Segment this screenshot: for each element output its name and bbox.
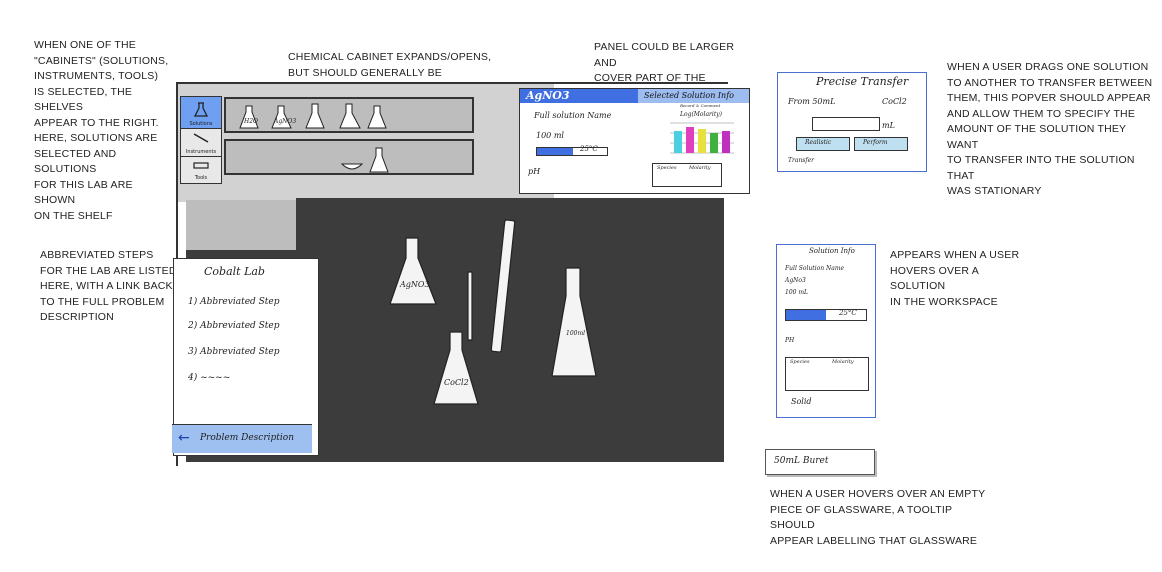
problem-description-label: Problem Description — [200, 433, 294, 443]
steps-note: Abbreviated steps for the lab are listed… — [40, 249, 177, 323]
molarity-col: Molarity — [689, 165, 711, 171]
panel-solution-title: AgNO3 — [526, 89, 570, 102]
shelf-flask-5[interactable] — [367, 105, 387, 129]
tab-instruments-label: Instruments — [185, 149, 217, 155]
transfer-from: From 50mL — [788, 97, 836, 106]
solinfo-title: Solution Info — [809, 247, 855, 255]
tooltip-note: When a user hovers over an empty piece o… — [770, 488, 986, 547]
perform-label: Perform — [863, 139, 888, 146]
species-table: Species Molarity — [652, 163, 722, 187]
cabinet-tabs: Solutions Instruments Tools — [180, 96, 222, 184]
molarity-chart — [670, 122, 734, 154]
transfer-title: Precise Transfer — [816, 75, 909, 88]
tab-tools[interactable]: Tools — [180, 156, 222, 184]
shelf-dish[interactable] — [340, 163, 364, 170]
realistic-button[interactable]: Realistic — [796, 137, 850, 151]
solinfo-volume: 100 mL — [785, 289, 809, 296]
solinfo-species: Species — [790, 359, 810, 365]
tab-solutions[interactable]: Solutions — [180, 96, 222, 130]
molarity-bar-2 — [686, 127, 694, 153]
solinfo-temp: 25°C — [839, 309, 857, 317]
lab-title: Cobalt Lab — [204, 265, 265, 278]
panel-header-label: Selected Solution Info — [644, 91, 734, 100]
transfer-amount-input[interactable] — [812, 117, 880, 131]
temperature-fill — [537, 148, 573, 155]
selected-solution-panel: AgNO3 Selected Solution Info Full soluti… — [519, 88, 750, 194]
molarity-bar-4 — [710, 133, 718, 153]
shelf-flask-6[interactable] — [369, 147, 389, 173]
flask-icon — [193, 102, 209, 117]
panel-temperature: 25°C — [580, 145, 598, 153]
step-3: 3) Abbreviated Step — [188, 347, 280, 357]
molarity-bar-3 — [698, 129, 706, 153]
glassware-tooltip: 50mL Buret — [765, 449, 875, 475]
workspace-glassware — [389, 219, 597, 405]
tab-instruments[interactable]: Instruments — [180, 128, 222, 158]
species-col: Species — [657, 165, 677, 171]
panel-ph-label: pH — [528, 167, 541, 176]
tab-solutions-label: Solutions — [189, 121, 213, 127]
flask-cocl2-label: CoCl2 — [444, 378, 469, 387]
solinfo-table: Species Molarity — [785, 357, 869, 391]
solinfo-name: Full Solution Name — [785, 265, 845, 272]
solinfo-temp-fill — [786, 310, 826, 320]
solinfo-formula: AgNo3 — [785, 277, 806, 284]
counter-back-area — [186, 200, 300, 252]
shelf-flask-4[interactable] — [339, 103, 361, 129]
panel-volume: 100 ml — [536, 131, 564, 140]
perform-button[interactable]: Perform — [854, 137, 908, 151]
molarity-bar-1 — [674, 131, 682, 153]
precise-transfer-popover: Precise Transfer From 50mL CoCl2 mL Real… — [777, 72, 927, 172]
tray-icon — [193, 162, 209, 169]
shelf-flask-3[interactable] — [305, 103, 325, 129]
panel-solution-name: Full solution Name — [534, 111, 612, 120]
flask-100ml[interactable] — [551, 267, 597, 377]
solution-info-popover: Solution Info Full Solution Name AgNo3 1… — [776, 244, 876, 418]
tab-tools-label: Tools — [194, 175, 208, 181]
shelf-label-agno3: AgNO3 — [274, 118, 297, 125]
shelf-glassware — [239, 103, 389, 173]
buret[interactable] — [490, 219, 516, 353]
back-arrow-icon: ← — [178, 430, 190, 446]
shelf-label-h2o: H2O — [244, 118, 258, 125]
transfer-unit: mL — [882, 121, 895, 130]
panel-chart-label: Log(Molarity) — [680, 111, 722, 118]
flask-100ml-label: 100ml — [566, 330, 586, 337]
flask-cocl2[interactable] — [433, 331, 479, 405]
cabinets-note: When one of the "cabinets" (solutions, i… — [34, 39, 169, 222]
pipette-icon — [193, 133, 209, 143]
step-1: 1) Abbreviated Step — [188, 297, 280, 307]
problem-description-link[interactable]: ← Problem Description — [172, 424, 312, 453]
realistic-label: Realistic — [805, 139, 832, 146]
molarity-bar-5 — [722, 131, 730, 153]
pipette[interactable] — [467, 271, 473, 341]
tooltip-label: 50mL Buret — [774, 456, 829, 466]
flask-agno3-label: AgNO3 — [400, 280, 430, 289]
solinfo-molarity: Molarity — [832, 359, 854, 365]
step-4: 4) ~~~~ — [188, 373, 231, 383]
transfer-footer: Transfer — [788, 157, 815, 164]
solinfo-state: Solid — [791, 397, 812, 406]
panel-record-label: Record & Comment — [680, 103, 721, 108]
hover-note: Appears when a user hovers over a soluti… — [890, 249, 1020, 308]
transfer-to: CoCl2 — [882, 97, 907, 106]
step-2: 2) Abbreviated Step — [188, 321, 280, 331]
flask-agno3[interactable] — [389, 237, 437, 305]
popover-note: When a user drags one solution to anothe… — [947, 61, 1153, 197]
solinfo-ph: PH — [785, 337, 795, 344]
